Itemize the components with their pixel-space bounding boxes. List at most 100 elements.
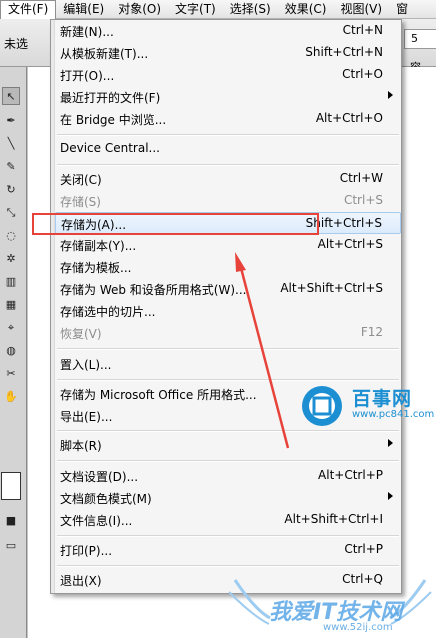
menu-item-label: 存储为模板... bbox=[60, 261, 132, 275]
logo-badge-icon bbox=[302, 386, 342, 426]
menu-item-label: 新建(N)... bbox=[60, 25, 114, 39]
menu-item-label: Device Central... bbox=[60, 141, 160, 155]
menu-item-label: 存储为 Microsoft Office 所用格式... bbox=[60, 388, 257, 402]
menu-separator bbox=[57, 535, 399, 537]
menu-separator bbox=[57, 565, 399, 567]
menu-select[interactable]: 选择(S) bbox=[223, 0, 278, 19]
watermark-bottom: 我爱IT技术网 www.52ij.com bbox=[225, 570, 436, 638]
menu-item-label: 在 Bridge 中浏览... bbox=[60, 113, 167, 127]
color-mode-icon[interactable]: ■ bbox=[2, 512, 20, 530]
menu-effect[interactable]: 效果(C) bbox=[278, 0, 334, 19]
menu-item-save-copy[interactable]: 存储副本(Y)... Alt+Ctrl+S bbox=[55, 234, 401, 256]
menu-separator bbox=[57, 348, 399, 350]
menu-item-label: 退出(X) bbox=[60, 574, 102, 588]
menu-item-shortcut: F12 bbox=[360, 325, 383, 339]
stroke-weight-field[interactable]: 5 bbox=[404, 29, 436, 49]
menu-item-shortcut: Ctrl+W bbox=[339, 171, 383, 185]
menu-window[interactable]: 窗 bbox=[389, 0, 415, 19]
menu-item-scripts[interactable]: 脚本(R) bbox=[55, 434, 401, 456]
menu-item-revert[interactable]: 恢复(V) F12 bbox=[55, 322, 401, 344]
submenu-arrow-icon bbox=[388, 439, 393, 447]
menu-item-new-from-template[interactable]: 从模板新建(T)... Shift+Ctrl+N bbox=[55, 42, 401, 64]
menubar: 文件(F) 编辑(E) 对象(O) 文字(T) 选择(S) 效果(C) 视图(V… bbox=[0, 0, 436, 19]
scale-tool-icon[interactable]: ⤡ bbox=[2, 204, 20, 222]
mesh-tool-icon[interactable]: ▦ bbox=[2, 296, 20, 314]
menu-item-document-color-mode[interactable]: 文档颜色模式(M) bbox=[55, 487, 401, 509]
submenu-arrow-icon bbox=[388, 91, 393, 99]
fill-swatch[interactable] bbox=[1, 472, 21, 500]
menu-item-label: 文件信息(I)... bbox=[60, 514, 133, 528]
eyedropper-tool-icon[interactable]: ⌖ bbox=[2, 319, 20, 337]
selection-status: 未选 bbox=[4, 37, 29, 51]
menu-item-shortcut: Alt+Ctrl+P bbox=[318, 468, 383, 482]
menu-item-save-for-web[interactable]: 存储为 Web 和设备所用格式(W)... Alt+Shift+Ctrl+S bbox=[55, 278, 401, 300]
menu-item-label: 脚本(R) bbox=[60, 439, 102, 453]
menu-item-save[interactable]: 存储(S) Ctrl+S bbox=[55, 190, 401, 212]
menu-item-label: 存储(S) bbox=[60, 195, 101, 209]
graph-tool-icon[interactable]: ▥ bbox=[2, 273, 20, 291]
menu-separator bbox=[57, 430, 399, 432]
menu-item-label: 存储副本(Y)... bbox=[60, 239, 137, 253]
warp-tool-icon[interactable]: ◌ bbox=[2, 227, 20, 245]
watermark-logo: 百事网 www.pc841.com bbox=[298, 383, 436, 429]
menu-item-save-as-template[interactable]: 存储为模板... bbox=[55, 256, 401, 278]
vertical-ruler bbox=[27, 67, 28, 638]
menu-view[interactable]: 视图(V) bbox=[333, 0, 389, 19]
menu-item-file-info[interactable]: 文件信息(I)... Alt+Shift+Ctrl+I bbox=[55, 509, 401, 531]
selection-tool-icon[interactable]: ↖ bbox=[2, 87, 20, 105]
menu-item-shortcut: Alt+Ctrl+O bbox=[315, 111, 383, 125]
menu-item-new[interactable]: 新建(N)... Ctrl+N bbox=[55, 20, 401, 42]
submenu-arrow-icon bbox=[388, 492, 393, 500]
menu-item-label: 关闭(C) bbox=[60, 173, 102, 187]
menu-separator bbox=[57, 164, 399, 166]
menu-edit[interactable]: 编辑(E) bbox=[56, 0, 111, 19]
menu-item-save-slices[interactable]: 存储选中的切片... bbox=[55, 300, 401, 322]
tools-panel: ↖ ✒ ╲ ✎ ↻ ⤡ ◌ ✲ ▥ ▦ ⌖ ◍ ✂ ✋ ■ ▭ bbox=[0, 67, 27, 638]
menu-item-label: 打印(P)... bbox=[60, 544, 113, 558]
menu-item-label: 打开(O)... bbox=[60, 69, 115, 83]
menu-item-device-central[interactable]: Device Central... bbox=[55, 138, 401, 160]
menu-item-print[interactable]: 打印(P)... Ctrl+P bbox=[55, 539, 401, 561]
blend-tool-icon[interactable]: ◍ bbox=[2, 342, 20, 360]
menu-item-browse-bridge[interactable]: 在 Bridge 中浏览... Alt+Ctrl+O bbox=[55, 108, 401, 130]
menu-separator bbox=[57, 460, 399, 462]
menu-item-label: 最近打开的文件(F) bbox=[60, 91, 161, 105]
menu-item-recent-files[interactable]: 最近打开的文件(F) bbox=[55, 86, 401, 108]
menu-type[interactable]: 文字(T) bbox=[168, 0, 223, 19]
menu-file[interactable]: 文件(F) bbox=[0, 0, 57, 19]
annotation-highlight-box bbox=[32, 213, 319, 235]
menu-item-place[interactable]: 置入(L)... bbox=[55, 353, 401, 375]
scissors-tool-icon[interactable]: ✂ bbox=[2, 365, 20, 383]
menu-item-label: 存储选中的切片... bbox=[60, 305, 156, 319]
menu-item-open[interactable]: 打开(O)... Ctrl+O bbox=[55, 64, 401, 86]
pen-tool-icon[interactable]: ✒ bbox=[2, 112, 20, 130]
menu-item-label: 存储为 Web 和设备所用格式(W)... bbox=[60, 283, 247, 297]
menu-item-shortcut: Shift+Ctrl+N bbox=[305, 45, 383, 59]
line-tool-icon[interactable]: ╲ bbox=[2, 135, 20, 153]
symbol-tool-icon[interactable]: ✲ bbox=[2, 250, 20, 268]
watermark-bottom-url: www.52ij.com bbox=[323, 622, 393, 633]
menu-item-shortcut: Ctrl+S bbox=[343, 193, 383, 207]
menu-item-label: 文档设置(D)... bbox=[60, 470, 139, 484]
pencil-tool-icon[interactable]: ✎ bbox=[2, 158, 20, 176]
watermark-logo-url: www.pc841.com bbox=[352, 409, 435, 420]
hand-tool-icon[interactable]: ✋ bbox=[2, 388, 20, 406]
menu-item-close[interactable]: 关闭(C) Ctrl+W bbox=[55, 168, 401, 190]
menu-item-document-setup[interactable]: 文档设置(D)... Alt+Ctrl+P bbox=[55, 465, 401, 487]
menu-item-label: 恢复(V) bbox=[60, 327, 102, 341]
menu-separator bbox=[57, 379, 399, 381]
menu-item-label: 置入(L)... bbox=[60, 358, 112, 372]
menu-item-label: 导出(E)... bbox=[60, 410, 113, 424]
file-menu-dropdown: 新建(N)... Ctrl+N 从模板新建(T)... Shift+Ctrl+N… bbox=[50, 19, 402, 594]
menu-object[interactable]: 对象(O) bbox=[111, 0, 168, 19]
watermark-logo-text: 百事网 bbox=[352, 388, 413, 410]
menu-item-shortcut: Ctrl+O bbox=[342, 67, 383, 81]
screen-mode-icon[interactable]: ▭ bbox=[2, 537, 20, 555]
menu-item-shortcut: Ctrl+N bbox=[342, 23, 383, 37]
menu-item-label: 文档颜色模式(M) bbox=[60, 492, 152, 506]
menu-item-label: 从模板新建(T)... bbox=[60, 47, 149, 61]
rotate-tool-icon[interactable]: ↻ bbox=[2, 181, 20, 199]
menu-item-shortcut: Alt+Ctrl+S bbox=[317, 237, 383, 251]
menu-separator bbox=[57, 134, 399, 136]
menu-item-shortcut: Ctrl+P bbox=[344, 542, 383, 556]
